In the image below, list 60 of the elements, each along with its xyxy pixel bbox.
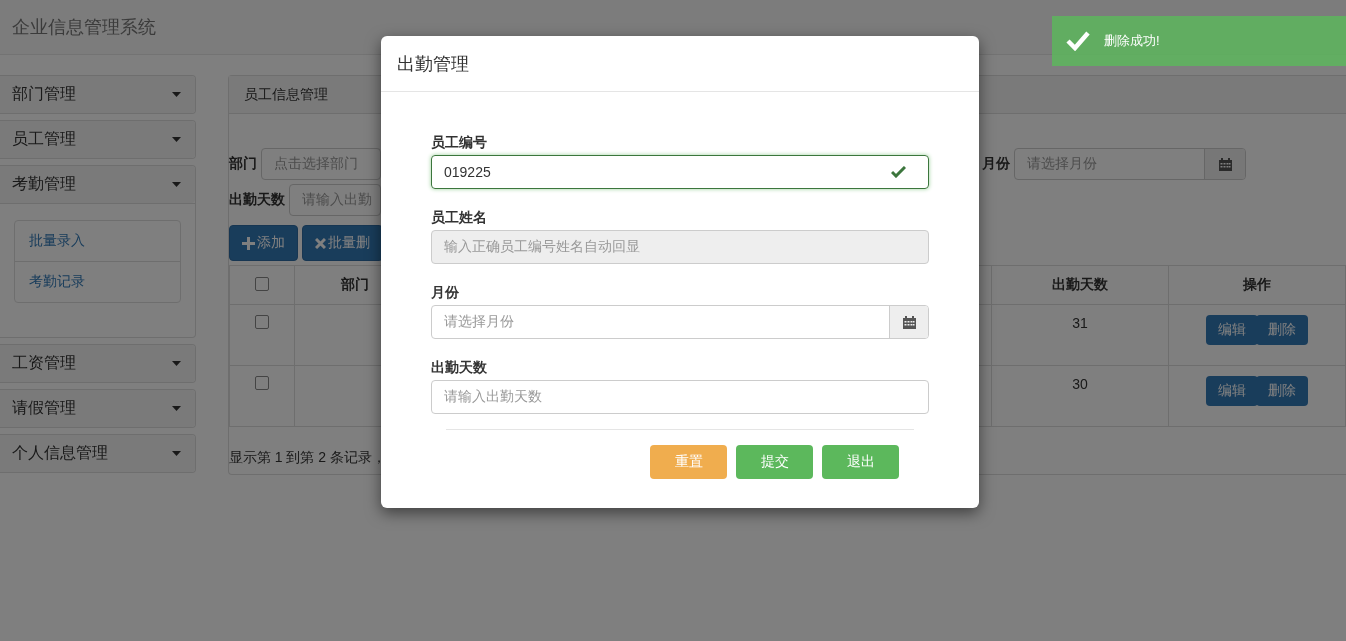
input-field[interactable]: 019225: [431, 155, 929, 189]
menu-label: 请假管理: [12, 398, 76, 418]
menu-label: 工资管理: [12, 353, 76, 373]
reset-button[interactable]: 重置: [650, 445, 727, 479]
caret-icon: [171, 92, 181, 97]
caret-icon: [171, 451, 181, 456]
submit-button[interactable]: 退出: [822, 445, 899, 479]
field-label: 员工编号: [431, 134, 488, 152]
input-field[interactable]: 请输入出勤天数: [431, 380, 929, 414]
check-icon: [891, 166, 906, 178]
sidebar-heading[interactable]: 工资管理: [0, 345, 195, 382]
edit-button[interactable]: 编辑: [1206, 315, 1258, 345]
filter-label: 出勤天数: [228, 191, 285, 209]
column-header: 操作: [1243, 276, 1271, 292]
submit-button[interactable]: 提交: [736, 445, 813, 479]
input-field[interactable]: 请选择月份: [431, 305, 929, 339]
table-cell: 30: [1072, 376, 1088, 392]
plus-icon: [241, 236, 255, 250]
caret-icon: [171, 361, 181, 366]
column-header: 出勤天数: [1052, 276, 1108, 292]
menu-label: 个人信息管理: [12, 443, 108, 463]
sidebar-heading[interactable]: 部门管理: [0, 76, 195, 113]
calendar-button[interactable]: [1204, 149, 1245, 179]
close-icon: [314, 237, 326, 249]
filter-label: 月份: [982, 155, 1010, 173]
batch-delete-button[interactable]: 批量删: [301, 225, 383, 261]
column-header: 部门: [340, 276, 369, 292]
app-title: 企业信息管理系统: [12, 16, 156, 39]
menu-label: 考勤管理: [12, 174, 76, 194]
delete-button[interactable]: 删除: [1256, 376, 1308, 406]
add-button[interactable]: 添加: [228, 225, 298, 261]
caret-icon: [171, 406, 181, 411]
edit-button[interactable]: 编辑: [1206, 376, 1258, 406]
sidebar-heading[interactable]: 个人信息管理: [0, 435, 195, 472]
calendar-button[interactable]: [889, 306, 928, 338]
submenu-item[interactable]: 考勤记录: [15, 261, 180, 302]
sidebar-heading[interactable]: 请假管理: [0, 390, 195, 427]
field-label: 出勤天数: [431, 359, 488, 377]
filter-label: 部门: [228, 155, 257, 173]
caret-icon: [171, 137, 181, 142]
field-label: 员工姓名: [431, 209, 488, 227]
pagination-info: 显示第 1 到第 2 条记录，: [228, 449, 386, 467]
checkbox[interactable]: [254, 376, 269, 390]
field-label: 月份: [431, 284, 460, 302]
menu-label: 部门管理: [12, 84, 76, 104]
toast-message: 删除成功!: [1104, 32, 1160, 50]
caret-icon: [171, 182, 181, 187]
sidebar-heading[interactable]: 员工管理: [0, 121, 195, 158]
check-icon: [1066, 31, 1090, 51]
modal-title: 出勤管理: [397, 52, 469, 76]
calendar-icon: [1218, 157, 1232, 171]
menu-label: 员工管理: [12, 129, 76, 149]
table-cell: 31: [1072, 315, 1088, 331]
submenu-item[interactable]: 批量录入: [15, 221, 180, 261]
input-field: 输入正确员工编号姓名自动回显: [431, 230, 929, 264]
sidebar-heading[interactable]: 考勤管理: [0, 166, 195, 203]
checkbox[interactable]: [254, 276, 269, 291]
checkbox[interactable]: [254, 315, 269, 329]
delete-button[interactable]: 删除: [1256, 315, 1308, 345]
calendar-icon: [902, 315, 916, 329]
